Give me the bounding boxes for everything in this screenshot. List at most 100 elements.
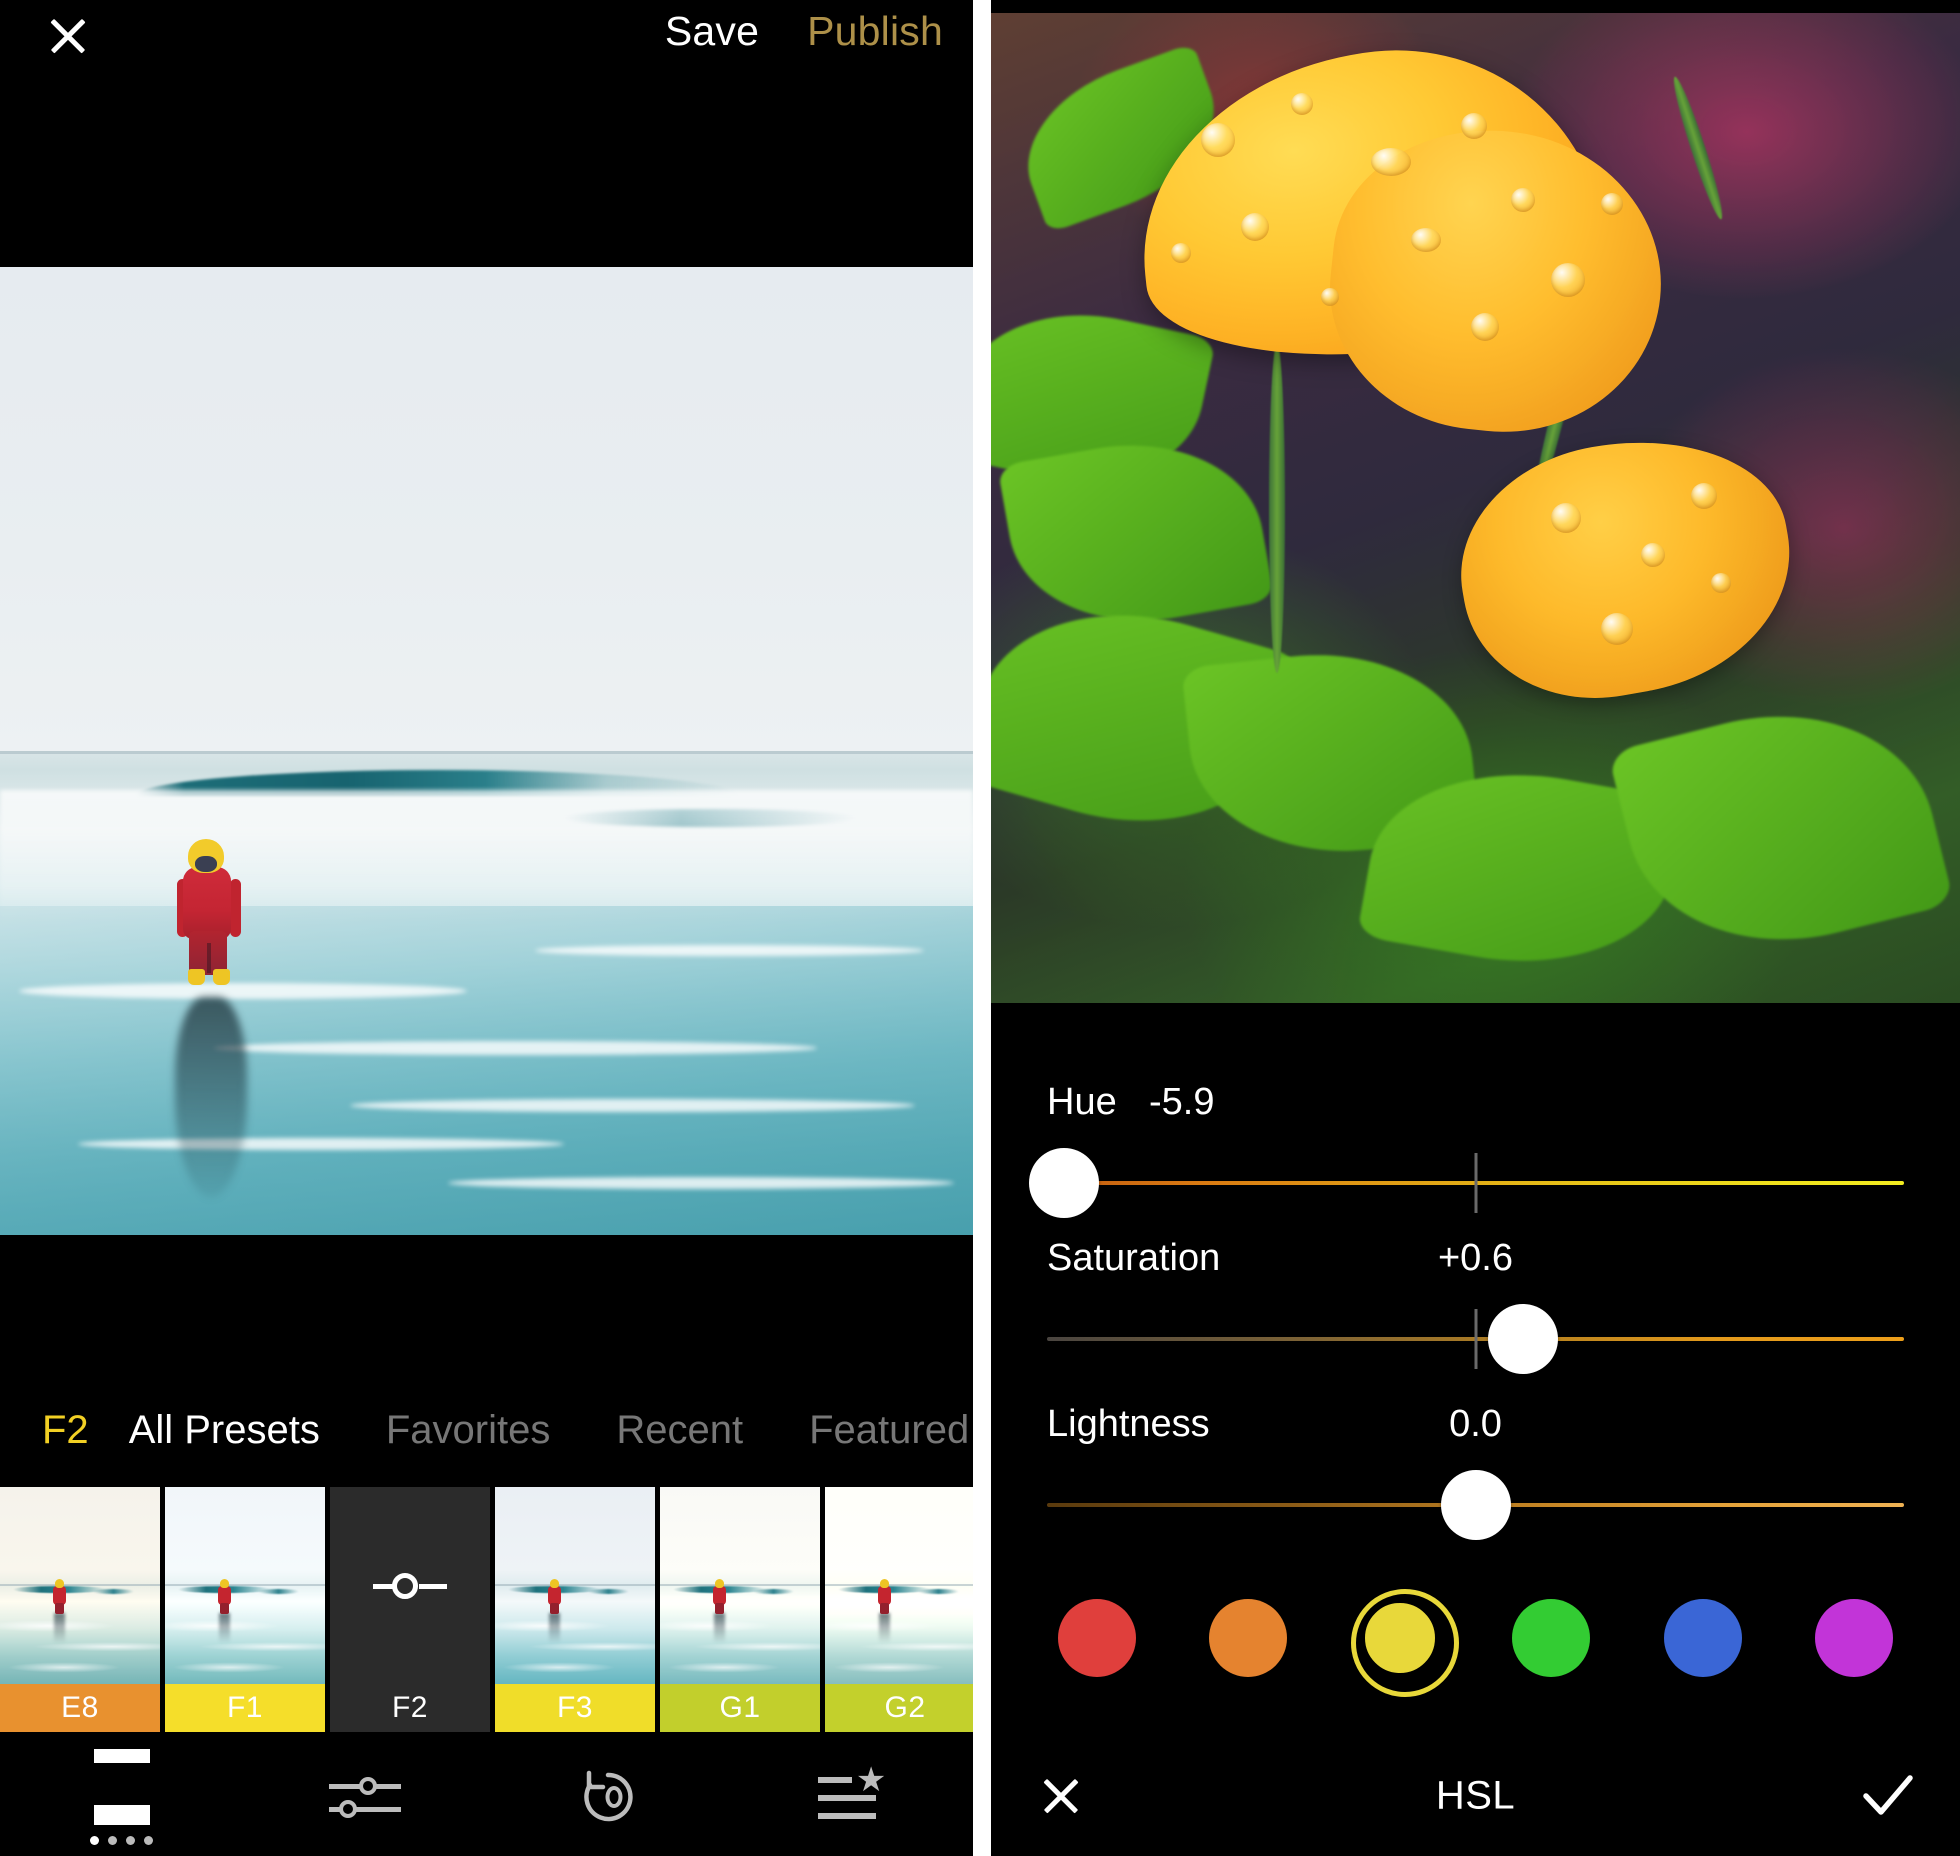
swatch-magenta[interactable] — [1805, 1589, 1903, 1687]
recipes-star-icon: ★ — [818, 1763, 886, 1825]
water-droplet — [1371, 148, 1411, 176]
preset-thumbnail — [330, 1487, 490, 1684]
preset-label: G2 — [825, 1684, 973, 1732]
water-droplet — [1601, 193, 1623, 215]
preset-card-g1[interactable]: G1 — [660, 1487, 820, 1732]
water-droplet — [1711, 573, 1731, 593]
toolbar-adjust-button[interactable] — [243, 1738, 486, 1856]
swatch-red[interactable] — [1048, 1589, 1146, 1687]
hsl-bottom-bar: HSL — [991, 1736, 1960, 1856]
saturation-center-tick — [1474, 1309, 1477, 1369]
beach-child-photo[interactable] — [0, 267, 973, 1235]
swatch-orange[interactable] — [1199, 1589, 1297, 1687]
editor-bottom-toolbar: ★ — [0, 1738, 973, 1856]
toolbar-undo-button[interactable] — [487, 1738, 730, 1856]
hsl-title: HSL — [1435, 1773, 1516, 1818]
hue-value: -5.9 — [1149, 1081, 1215, 1123]
preset-label: F2 — [330, 1684, 490, 1732]
water-droplet — [1411, 228, 1441, 252]
water-droplet — [1601, 613, 1633, 645]
topbar-actions: Save Publish — [665, 8, 943, 55]
active-preset-code: F2 — [42, 1407, 89, 1452]
foam-streak — [535, 944, 925, 956]
yellow-poppy-photo[interactable] — [991, 13, 1960, 1003]
hue-slider-block: Hue -5.9 — [991, 1081, 1960, 1233]
preset-editor-panel: Save Publish F2 All Presets Favorites Re… — [0, 0, 973, 1856]
leaf — [1607, 680, 1955, 976]
toolbar-recipes-button[interactable]: ★ — [730, 1738, 973, 1856]
preset-card-e8[interactable]: E8 — [0, 1487, 160, 1732]
preset-label: G1 — [660, 1684, 820, 1732]
preset-card-f2[interactable]: F2 — [330, 1487, 490, 1732]
water-droplet — [1461, 113, 1487, 139]
saturation-knob[interactable] — [1487, 1304, 1558, 1374]
tab-featured[interactable]: Featured — [809, 1408, 969, 1453]
preset-label: F1 — [165, 1684, 325, 1732]
lightness-knob[interactable] — [1440, 1470, 1511, 1540]
tab-all-presets[interactable]: All Presets — [129, 1408, 320, 1453]
lightness-value: 0.0 — [1449, 1403, 1502, 1445]
swatch-yellow[interactable] — [1350, 1589, 1459, 1697]
page-dots — [90, 1836, 154, 1845]
hsl-editor-panel: Hue -5.9 Saturation +0.6 Lightness 0.0 H… — [991, 0, 1960, 1856]
editor-topbar: Save Publish — [0, 0, 973, 267]
preset-strength-slider-icon[interactable] — [373, 1572, 447, 1599]
swatch-green[interactable] — [1502, 1589, 1600, 1687]
adjustments-icon — [328, 1769, 401, 1825]
water-droplet — [1551, 503, 1581, 533]
water-droplet — [1471, 313, 1499, 341]
stem — [1668, 74, 1728, 222]
preset-thumbnail — [495, 1487, 655, 1684]
preset-filmstrip[interactable]: E8 F1 F2 F3 G1 G2 — [0, 1487, 973, 1732]
preset-browser: F2 All Presets Favorites Recent Featured — [0, 1235, 973, 1856]
preset-thumbnail — [825, 1487, 973, 1684]
horizon-line — [0, 751, 973, 754]
swatch-blue[interactable] — [1654, 1589, 1752, 1687]
publish-button[interactable]: Publish — [807, 8, 943, 55]
tab-favorites[interactable]: Favorites — [386, 1408, 551, 1453]
water-droplet — [1551, 263, 1585, 297]
hsl-confirm-icon[interactable] — [1860, 1768, 1916, 1824]
undo-history-icon — [576, 1765, 640, 1829]
lightness-label: Lightness — [1047, 1403, 1210, 1445]
water-droplet — [1691, 483, 1717, 509]
preset-label: E8 — [0, 1684, 160, 1732]
foam-streak — [447, 1176, 954, 1189]
child-reflection — [175, 997, 247, 1197]
saturation-label: Saturation — [1047, 1237, 1221, 1279]
stem — [1269, 343, 1285, 673]
tab-recent[interactable]: Recent — [616, 1408, 743, 1453]
sky-region — [0, 267, 973, 751]
water-droplet — [1511, 188, 1535, 212]
preset-thumbnail — [165, 1487, 325, 1684]
preset-thumbnail — [660, 1487, 820, 1684]
preset-label: F3 — [495, 1684, 655, 1732]
saturation-slider[interactable] — [1047, 1289, 1904, 1389]
child-figure — [176, 839, 242, 987]
presets-icon — [93, 1749, 150, 1825]
lightness-slider[interactable] — [1047, 1455, 1904, 1555]
water-droplet — [1201, 123, 1235, 157]
hue-label: Hue — [1047, 1081, 1117, 1123]
hsl-cancel-icon[interactable] — [1035, 1770, 1087, 1822]
preset-card-f3[interactable]: F3 — [495, 1487, 655, 1732]
save-button[interactable]: Save — [665, 8, 759, 55]
preset-card-g2[interactable]: G2 — [825, 1487, 973, 1732]
water-droplet — [1321, 288, 1339, 306]
color-channel-swatches — [991, 1583, 1960, 1697]
saturation-value: +0.6 — [1437, 1237, 1514, 1279]
preset-thumbnail — [0, 1487, 160, 1684]
preset-card-f1[interactable]: F1 — [165, 1487, 325, 1732]
water-droplet — [1171, 243, 1191, 263]
screenshot-root: Save Publish F2 All Presets Favorites Re… — [0, 0, 1960, 1856]
water-droplet — [1241, 213, 1269, 241]
hue-knob[interactable] — [1029, 1148, 1100, 1218]
hsl-controls: Hue -5.9 Saturation +0.6 Lightness 0.0 H… — [991, 1003, 1960, 1856]
poppy-petal-lower — [1441, 416, 1811, 720]
water-droplet — [1641, 543, 1665, 567]
lightness-slider-block: Lightness 0.0 — [991, 1403, 1960, 1555]
hue-center-tick — [1474, 1153, 1477, 1213]
close-icon[interactable] — [42, 10, 94, 62]
toolbar-presets-button[interactable] — [0, 1738, 243, 1856]
hue-slider[interactable] — [1029, 1133, 1904, 1233]
